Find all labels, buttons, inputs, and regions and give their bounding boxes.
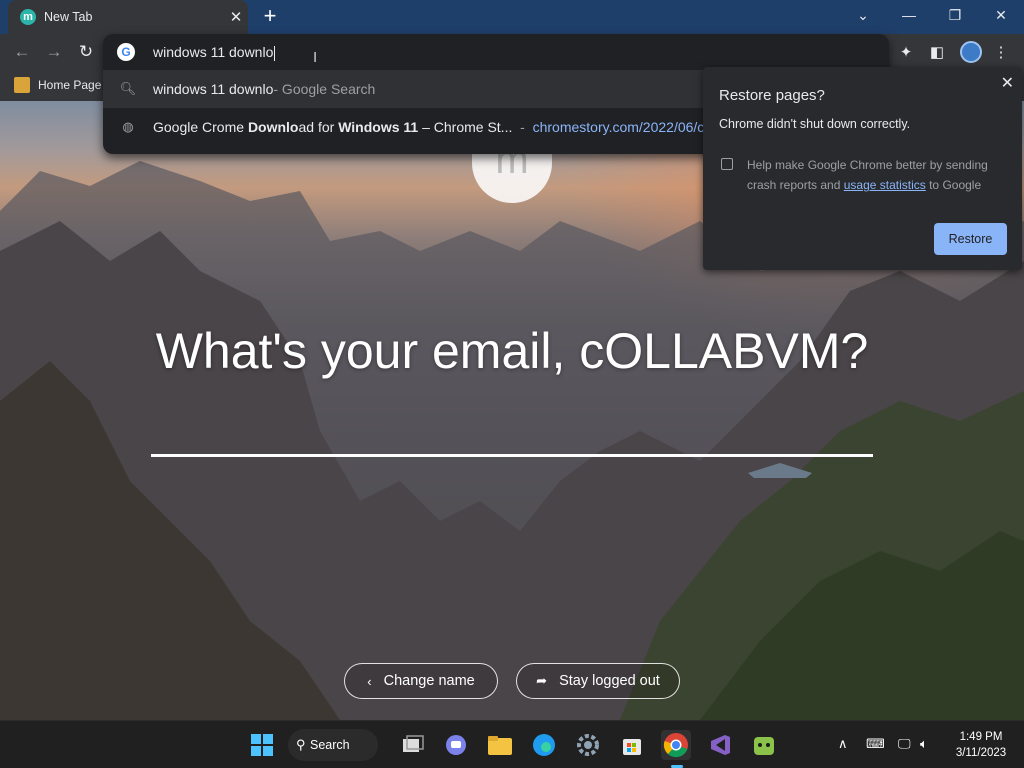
suggestion-history[interactable]: ◍ Google Crome Downlo ad for Windows 11 … [103,108,703,146]
bookmark-label: Home Page [38,78,102,92]
tab-title: New Tab [44,10,93,24]
text-cursor-icon: I [313,49,318,66]
chrome-icon[interactable] [661,730,691,760]
start-windows-icon[interactable] [247,730,277,760]
extensions-icon[interactable]: ✦ [893,39,919,65]
file-explorer-icon[interactable] [485,730,515,760]
keyboard-icon[interactable]: ⌨ [866,736,885,752]
crash-report-text: Help make Google Chrome better by sendin… [747,158,988,192]
settings-gear-icon[interactable] [573,730,603,760]
crash-report-checkbox[interactable] [721,158,733,170]
restore-pages-bubble: Restore pages? ✕ Chrome didn't shut down… [703,67,1022,270]
back-icon[interactable]: ← [8,38,36,66]
new-tab-button[interactable]: + [258,4,282,28]
profile-avatar[interactable] [960,41,982,63]
share-arrow-icon: ➦ [536,673,548,688]
clock-date: 3/11/2023 [955,747,1007,759]
page-heading: What's your email, cOLLABVM? [155,323,869,379]
side-panel-icon[interactable]: ◧ [924,39,950,65]
suggestion-search[interactable]: 🔍︎ windows 11 downlo - Google Search [103,70,703,108]
chevron-up-icon[interactable]: ∧ [838,736,848,752]
clock-time: 1:49 PM [959,731,1003,743]
edge-browser-icon[interactable] [529,730,559,760]
task-view-icon[interactable] [398,730,428,760]
minimize-icon[interactable]: — [886,0,932,30]
taskbar-search[interactable]: ⚲ Search [288,729,378,761]
tab-favicon-icon: m [20,9,36,25]
globe-icon: ◍ [122,119,134,134]
close-tab-icon[interactable]: ✕ [224,8,248,26]
bookmark-home-page[interactable]: Home Page [14,77,101,93]
restore-window-icon[interactable]: ❐ [932,0,978,30]
usage-statistics-link[interactable]: usage statistics [844,178,926,192]
microsoft-store-icon[interactable] [617,730,647,760]
game-app-icon[interactable] [749,730,779,760]
restore-title: Restore pages? [719,87,825,104]
stay-logged-out-button[interactable]: ➦ Stay logged out [516,663,680,699]
taskbar: ⚲ Search ∧ ⌨ 🖵︎ 🔈︎ 1:49 PM 3/11/2023 [0,720,1024,768]
close-window-icon[interactable]: ✕ [978,0,1024,30]
close-icon[interactable]: ✕ [1001,73,1014,93]
search-icon: ⚲ [296,737,306,752]
forward-icon[interactable]: → [40,38,68,66]
tab-new-tab[interactable]: m New Tab ✕ [8,0,248,34]
chevron-left-icon: ‹ [367,673,372,689]
visual-studio-icon[interactable] [705,730,735,760]
network-icon[interactable]: 🖵︎ [898,736,911,752]
search-icon: 🔍︎ [119,81,137,96]
tab-strip: m New Tab ✕ + ⌄ — ❐ ✕ [0,0,1024,34]
restore-button[interactable]: Restore [934,223,1007,255]
stay-logged-out-label: Stay logged out [559,673,660,689]
google-g-icon: G [117,43,135,61]
restore-message: Chrome didn't shut down correctly. [719,117,911,131]
bookmark-favicon-icon [14,77,30,93]
change-name-label: Change name [383,673,475,689]
menu-kebab-icon[interactable]: ⋮ [988,39,1014,65]
change-name-button[interactable]: ‹ Change name [344,663,498,699]
volume-icon[interactable]: 🔈︎ [920,736,928,752]
system-clock[interactable]: 1:49 PM 3/11/2023 [948,729,1014,761]
reload-icon[interactable]: ↻ [72,38,100,66]
teams-chat-icon[interactable] [441,730,471,760]
address-bar-input[interactable]: windows 11 downlo [153,44,276,61]
tab-search-chevron-icon[interactable]: ⌄ [840,0,886,30]
email-input-underline[interactable] [151,454,873,457]
